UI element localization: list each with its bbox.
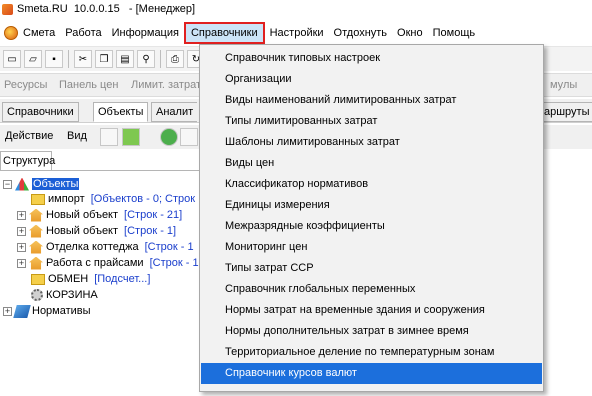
new-folder-icon[interactable] xyxy=(122,128,140,146)
tree-node-label: ОБМЕН xyxy=(48,273,89,285)
app-logo-icon[interactable] xyxy=(4,26,18,40)
menu-item-limited-cost-names[interactable]: Виды наименований лимитированных затрат xyxy=(201,90,542,111)
app-icon xyxy=(2,3,13,15)
tab-marshruty-fragment[interactable]: аршруты xyxy=(540,102,592,122)
house-icon xyxy=(29,256,43,270)
tree-node-price-lists[interactable]: + Работа с прайсами [Строк - 1 xyxy=(17,255,199,271)
menu-okno[interactable]: Окно xyxy=(392,22,428,44)
cut-icon[interactable]: ✂ xyxy=(74,50,92,68)
tree-node-exchange[interactable]: ОБМЕН [Подсчет...] xyxy=(31,271,150,287)
title-bar: Smeta.RU 10.0.0.15 - [Менеджер] xyxy=(0,0,592,18)
tree-node-label: Нормативы xyxy=(32,305,91,317)
tree-node-info: [Строк - 1 xyxy=(144,241,194,253)
menu-item-interrank-coeffs[interactable]: Межразрядные коэффициенты xyxy=(201,216,542,237)
tree-node-new-object-1[interactable]: + Новый объект [Строк - 21] xyxy=(17,207,182,223)
toolbar-separator xyxy=(160,50,161,68)
spravochniki-dropdown: Справочник типовых настроек Организации … xyxy=(199,44,544,392)
tree-node-info: [Подсчет...] xyxy=(94,273,151,285)
menu-item-units[interactable]: Единицы измерения xyxy=(201,195,542,216)
action-menu[interactable]: Действие xyxy=(5,130,53,142)
expand-icon[interactable]: + xyxy=(17,210,26,220)
menu-item-temp-buildings-norms[interactable]: Нормы затрат на временные здания и соору… xyxy=(201,300,542,321)
refresh-tree-icon[interactable] xyxy=(160,128,178,146)
tree-node-new-object-2[interactable]: + Новый объект [Строк - 1] xyxy=(17,223,176,239)
menu-rabota[interactable]: Работа xyxy=(60,22,106,44)
cost-limit-button[interactable]: Лимит. затрат xyxy=(131,79,201,91)
tree-node-cottage[interactable]: + Отделка коттеджа [Строк - 1 xyxy=(17,239,194,255)
menu-spravochniki[interactable]: Справочники xyxy=(183,22,265,44)
menu-nastroyki[interactable]: Настройки xyxy=(265,22,329,44)
tree-node-label: Новый объект xyxy=(46,225,119,237)
tab-analitika[interactable]: Аналит xyxy=(151,102,198,122)
structure-tab[interactable]: Структура xyxy=(0,151,55,171)
collapse-icon[interactable]: − xyxy=(3,179,12,189)
expand-icon[interactable]: + xyxy=(17,242,26,252)
menu-smeta[interactable]: Смета xyxy=(18,22,60,44)
expand-icon[interactable]: + xyxy=(17,258,26,268)
menu-item-norm-classifier[interactable]: Классификатор нормативов xyxy=(201,174,542,195)
menu-item-organizations[interactable]: Организации xyxy=(201,69,542,90)
house-icon xyxy=(29,208,43,222)
settings-icon[interactable] xyxy=(180,128,198,146)
folder-up-icon[interactable] xyxy=(100,128,118,146)
tree-node-info: [Строк - 21] xyxy=(124,209,183,221)
house-icon xyxy=(29,224,43,238)
menu-item-ssr-cost-types[interactable]: Типы затрат ССР xyxy=(201,258,542,279)
window-title: Smeta.RU 10.0.0.15 - [Менеджер] xyxy=(17,3,196,15)
menu-item-typical-settings[interactable]: Справочник типовых настроек xyxy=(201,48,542,69)
copy-icon[interactable]: ❐ xyxy=(95,50,113,68)
structure-divider xyxy=(0,170,200,171)
view-menu[interactable]: Вид xyxy=(67,130,87,142)
menu-bar: Смета Работа Информация Справочники Наст… xyxy=(0,20,592,47)
menu-item-limited-cost-types[interactable]: Типы лимитированных затрат xyxy=(201,111,542,132)
tree-node-trash[interactable]: КОРЗИНА xyxy=(31,287,98,303)
tree-node-label: КОРЗИНА xyxy=(46,289,98,301)
formulas-button-fragment[interactable]: мулы xyxy=(550,79,577,91)
menu-item-winter-costs-norms[interactable]: Нормы дополнительных затрат в зимнее вре… xyxy=(201,321,542,342)
expand-icon[interactable]: + xyxy=(17,226,26,236)
tree-node-info: [Строк - 1 xyxy=(149,257,199,269)
tree-node-info: [Строк - 1] xyxy=(124,225,177,237)
tree-node-normatives[interactable]: + Нормативы xyxy=(3,303,91,319)
tree-node-objects[interactable]: − Объекты xyxy=(3,176,80,192)
menu-otdokhnut[interactable]: Отдохнуть xyxy=(329,22,393,44)
menu-item-currency-rates[interactable]: Справочник курсов валют xyxy=(201,363,542,384)
print-icon[interactable]: ⎙ xyxy=(166,50,184,68)
resources-button[interactable]: Ресурсы xyxy=(4,79,47,91)
price-panel-button[interactable]: Панель цен xyxy=(59,79,118,91)
book-icon xyxy=(13,304,31,318)
folder-icon xyxy=(31,273,45,285)
tree-node-label: Отделка коттеджа xyxy=(46,241,139,253)
toolbar-separator xyxy=(68,50,69,68)
menu-item-limited-cost-templates[interactable]: Шаблоны лимитированных затрат xyxy=(201,132,542,153)
menu-pomoshch[interactable]: Помощь xyxy=(428,22,481,44)
expand-icon[interactable]: + xyxy=(3,306,12,316)
trash-icon xyxy=(31,289,43,301)
paste-icon[interactable]: ▤ xyxy=(116,50,134,68)
tab-obekty[interactable]: Объекты xyxy=(93,102,149,122)
open-folder-icon[interactable]: ▱ xyxy=(24,50,42,68)
tree-node-import[interactable]: импорт [Объектов - 0; Строк xyxy=(31,191,195,207)
folder-icon xyxy=(31,193,45,205)
menu-item-temperature-zones[interactable]: Территориальное деление по температурным… xyxy=(201,342,542,363)
tree-node-info: [Объектов - 0; Строк xyxy=(90,193,196,205)
menu-item-global-variables[interactable]: Справочник глобальных переменных xyxy=(201,279,542,300)
house-icon xyxy=(29,240,43,254)
menu-item-price-types[interactable]: Виды цен xyxy=(201,153,542,174)
tab-spravochniki[interactable]: Справочники xyxy=(2,102,79,122)
tree-node-label: Объекты xyxy=(32,178,80,190)
tree-node-label: импорт xyxy=(48,193,85,205)
menu-informatsiya[interactable]: Информация xyxy=(107,22,184,44)
menu-item-price-monitoring[interactable]: Мониторинг цен xyxy=(201,237,542,258)
new-document-icon[interactable]: ▭ xyxy=(3,50,21,68)
search-icon[interactable]: ⚲ xyxy=(137,50,155,68)
tree-node-label: Новый объект xyxy=(46,209,119,221)
save-icon[interactable]: ▪ xyxy=(45,50,63,68)
objects-icon xyxy=(15,177,29,191)
tree-node-label: Работа с прайсами xyxy=(46,257,144,269)
